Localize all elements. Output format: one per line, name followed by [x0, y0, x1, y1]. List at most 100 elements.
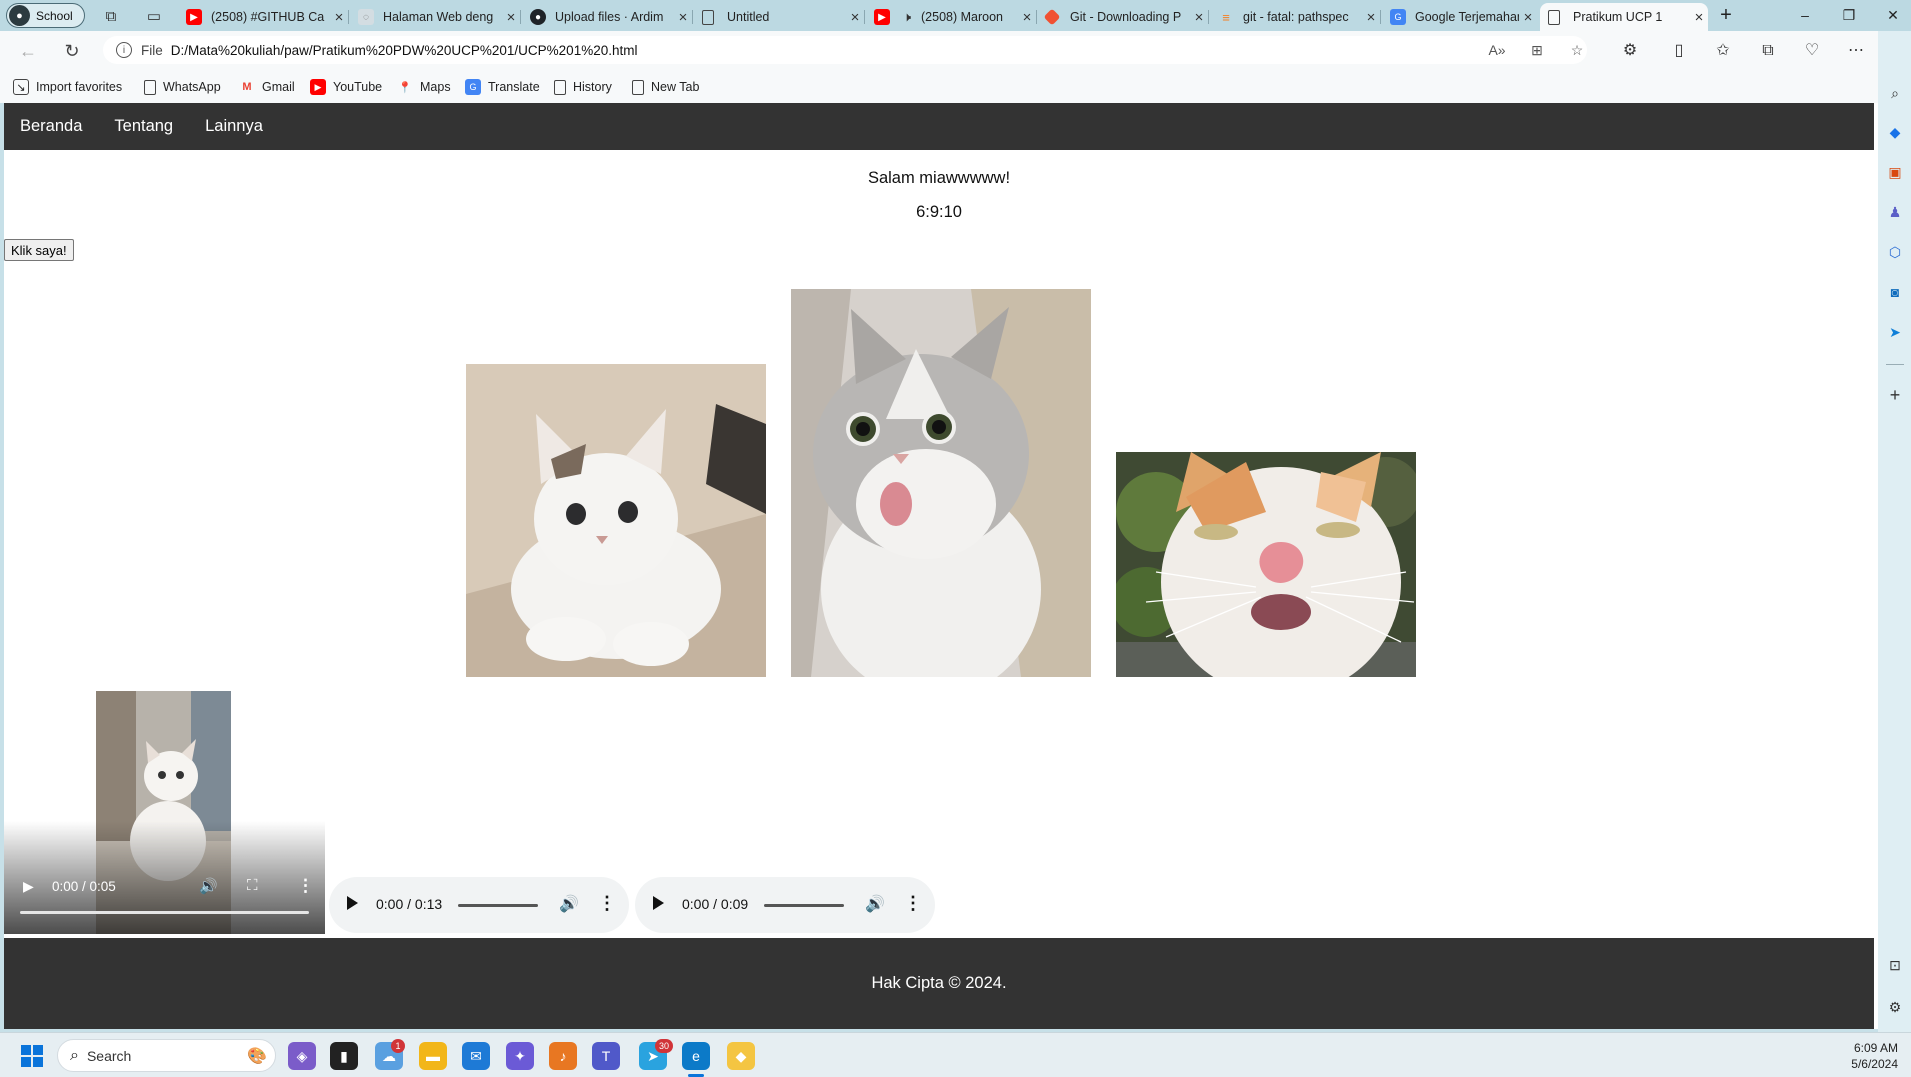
tab-upload-files[interactable]: ● Upload files · Ardim ×: [522, 3, 692, 31]
browser-tab-strip: ● School ⧉ ▭ ▶ (2508) #GITHUB Ca × ◌ Hal…: [0, 0, 1911, 31]
close-icon[interactable]: ×: [846, 9, 864, 26]
collections-icon[interactable]: ⧉: [1757, 40, 1779, 62]
copilot-taskbar-icon[interactable]: ✦: [506, 1042, 534, 1070]
tab-maroon-video[interactable]: ▶ 🕨 (2508) Maroon ×: [866, 3, 1036, 31]
fl-studio-icon[interactable]: ♪: [549, 1042, 577, 1070]
audio-volume-icon[interactable]: 🔊: [559, 894, 579, 914]
close-icon[interactable]: ×: [1362, 9, 1380, 26]
google-apps-icon[interactable]: ◆: [727, 1042, 755, 1070]
video-player[interactable]: ▶ 0:00 / 0:05 🔊 ⛶ ⋮: [4, 691, 325, 934]
favorite-whatsapp[interactable]: WhatsApp: [144, 77, 221, 97]
edge-taskbar-icon[interactable]: e: [682, 1042, 710, 1070]
profile-button[interactable]: ● School: [6, 3, 85, 28]
tab-divider: [520, 10, 521, 24]
tab-halaman-web[interactable]: ◌ Halaman Web deng ×: [350, 3, 520, 31]
settings-more-icon[interactable]: ⋯: [1845, 40, 1867, 62]
favorite-new-tab[interactable]: New Tab: [632, 77, 699, 97]
tab-google-terjemahan[interactable]: G Google Terjemahan ×: [1382, 3, 1537, 31]
favorite-import[interactable]: ↘ Import favorites: [13, 77, 122, 97]
tab-actions-icon[interactable]: ▭: [144, 6, 164, 26]
close-icon[interactable]: ×: [1690, 9, 1708, 26]
page-viewport: Beranda Tentang Lainnya Salam miawwwww! …: [4, 103, 1878, 1029]
browser-essentials-icon[interactable]: ♡: [1801, 40, 1823, 62]
close-icon[interactable]: ×: [1018, 9, 1036, 26]
drop-icon[interactable]: ➤: [1885, 322, 1905, 342]
document-icon: [144, 79, 156, 95]
file-explorer-icon[interactable]: ▬: [419, 1042, 447, 1070]
favorite-history[interactable]: History: [554, 77, 612, 97]
split-screen-icon[interactable]: ▯: [1668, 40, 1690, 62]
favorite-translate[interactable]: G Translate: [465, 77, 540, 97]
audio-progress-bar[interactable]: [458, 904, 538, 907]
taskbar-search[interactable]: ⌕ Search 🎨: [57, 1039, 276, 1072]
audio-progress-bar[interactable]: [764, 904, 844, 907]
audio-play-icon[interactable]: [653, 896, 664, 910]
taskbar-search-placeholder: Search: [86, 1047, 132, 1064]
video-progress-bar[interactable]: [20, 911, 309, 914]
audio-volume-icon[interactable]: 🔊: [865, 894, 885, 914]
favorite-youtube[interactable]: ▶ YouTube: [310, 77, 382, 97]
microsoft-365-icon[interactable]: ⬡: [1885, 242, 1905, 262]
info-icon[interactable]: i: [116, 42, 132, 58]
video-volume-icon[interactable]: 🔊: [199, 877, 218, 895]
video-more-icon[interactable]: ⋮: [297, 876, 314, 896]
document-icon: [554, 79, 566, 95]
notification-badge: 1: [391, 1039, 405, 1053]
app-available-icon[interactable]: ⊞: [1528, 42, 1546, 60]
add-icon[interactable]: +: [1885, 385, 1905, 405]
favorite-maps[interactable]: 📍 Maps: [397, 77, 450, 97]
close-icon[interactable]: ×: [1519, 9, 1537, 26]
window-close-icon[interactable]: ✕: [1883, 5, 1903, 25]
hide-sidebar-icon[interactable]: ⊡: [1885, 955, 1905, 975]
new-tab-icon[interactable]: +: [1716, 5, 1736, 25]
tab-github-video[interactable]: ▶ (2508) #GITHUB Ca ×: [178, 3, 348, 31]
cat-surprised-image: [791, 289, 1091, 677]
mail-icon[interactable]: ✉: [462, 1042, 490, 1070]
nav-link-tentang[interactable]: Tentang: [114, 117, 173, 136]
tools-icon[interactable]: ▣: [1885, 162, 1905, 182]
extensions-icon[interactable]: ⚙: [1619, 40, 1641, 62]
tab-divider: [692, 10, 693, 24]
audio-more-icon[interactable]: ⋮: [598, 893, 616, 914]
close-icon[interactable]: ×: [330, 9, 348, 26]
sidebar-settings-icon[interactable]: ⚙: [1885, 997, 1905, 1017]
minimize-icon[interactable]: –: [1795, 5, 1815, 25]
tab-git-downloading[interactable]: Git - Downloading P ×: [1038, 3, 1208, 31]
search-icon[interactable]: ⌕: [1885, 83, 1905, 103]
nav-link-beranda[interactable]: Beranda: [20, 117, 82, 136]
reload-icon[interactable]: ↻: [61, 40, 83, 62]
windows-start-icon[interactable]: [21, 1045, 43, 1067]
shopping-tag-icon[interactable]: ◆: [1885, 122, 1905, 142]
copilot-app-icon[interactable]: ◈: [288, 1042, 316, 1070]
outlook-icon[interactable]: ◙: [1885, 282, 1905, 302]
click-me-button[interactable]: Klik saya!: [4, 239, 74, 261]
read-aloud-icon[interactable]: A»: [1488, 42, 1506, 60]
audio-play-icon[interactable]: [347, 896, 358, 910]
tab-git-fatal[interactable]: ≡ git - fatal: pathspec ×: [1210, 3, 1380, 31]
restore-icon[interactable]: ❐: [1839, 5, 1859, 25]
tab-pratikum-ucp[interactable]: Pratikum UCP 1 ×: [1540, 3, 1708, 31]
favorite-star-icon[interactable]: ☆: [1568, 42, 1586, 60]
close-icon[interactable]: ×: [1190, 9, 1208, 26]
audio-more-icon[interactable]: ⋮: [904, 893, 922, 914]
audio-player-1[interactable]: 0:00 / 0:13 🔊 ⋮: [329, 877, 629, 933]
address-bar[interactable]: i File D:/Mata%20kuliah/paw/Pratikum%20P…: [103, 36, 1587, 64]
workspaces-icon[interactable]: ⧉: [101, 6, 121, 26]
favorites-icon[interactable]: ✩: [1712, 40, 1734, 62]
close-icon[interactable]: ×: [674, 9, 692, 26]
address-url[interactable]: D:/Mata%20kuliah/paw/Pratikum%20PDW%20UC…: [171, 43, 638, 58]
system-clock[interactable]: 6:09 AM 5/6/2024: [1851, 1040, 1898, 1072]
site-footer: Hak Cipta © 2024.: [4, 938, 1874, 1029]
teams-icon[interactable]: T: [592, 1042, 620, 1070]
fullscreen-icon[interactable]: ⛶: [247, 877, 258, 894]
nav-link-lainnya[interactable]: Lainnya: [205, 117, 263, 136]
games-icon[interactable]: ♟: [1885, 202, 1905, 222]
audio-player-2[interactable]: 0:00 / 0:09 🔊 ⋮: [635, 877, 935, 933]
back-icon[interactable]: ←: [17, 40, 39, 62]
task-view-icon[interactable]: ▮: [330, 1042, 358, 1070]
favorite-gmail[interactable]: M Gmail: [239, 77, 294, 97]
tab-untitled[interactable]: Untitled ×: [694, 3, 864, 31]
close-icon[interactable]: ×: [502, 9, 520, 26]
video-play-icon[interactable]: ▶: [23, 878, 34, 895]
muted-speaker-icon[interactable]: 🕨: [899, 9, 915, 25]
